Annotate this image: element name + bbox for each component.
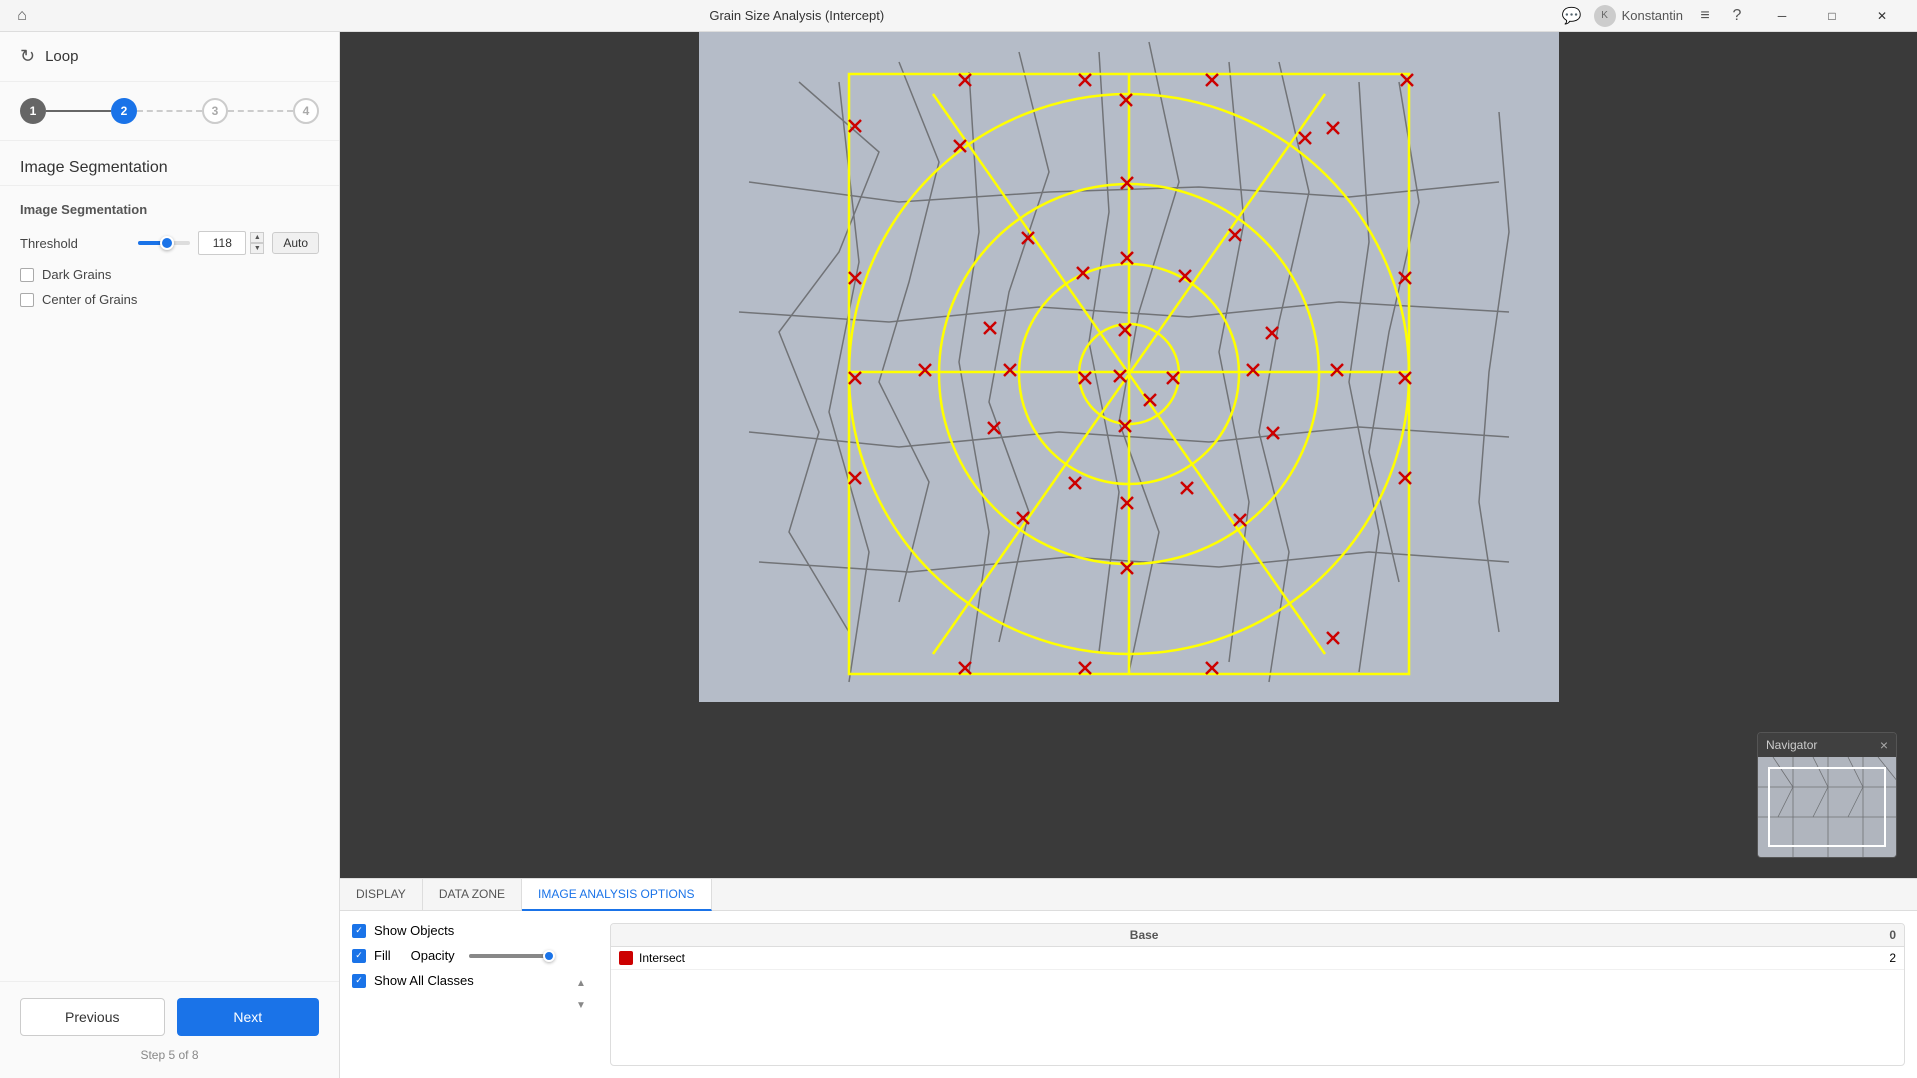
maximize-button[interactable]: □ — [1809, 0, 1855, 32]
opacity-label: Opacity — [411, 948, 455, 963]
step-2[interactable]: 2 — [111, 98, 137, 124]
center-of-grains-label: Center of Grains — [42, 292, 137, 307]
class-value: 2 — [1477, 951, 1896, 965]
user-info: K Konstantin — [1594, 5, 1683, 27]
dark-grains-row: Dark Grains — [20, 267, 319, 282]
display-options: ✓ Show Objects ✓ Fill Opacity — [352, 923, 552, 1066]
fill-checkbox[interactable]: ✓ — [352, 949, 366, 963]
fill-label: Fill — [374, 948, 391, 963]
opacity-thumb[interactable] — [543, 950, 555, 962]
show-objects-row: ✓ Show Objects — [352, 923, 552, 938]
arrow-down-button[interactable]: ▼ — [572, 997, 590, 1015]
stepper-track: 1 2 3 4 — [20, 98, 319, 124]
tab-data-zone[interactable]: DATA ZONE — [423, 879, 522, 910]
menu-icon[interactable]: ≡ — [1695, 6, 1715, 26]
previous-button[interactable]: Previous — [20, 998, 165, 1036]
auto-button[interactable]: Auto — [272, 232, 319, 254]
col-name-header — [619, 928, 1130, 942]
window-controls: ─ □ ✕ — [1759, 0, 1905, 32]
threshold-input[interactable]: 118 — [198, 231, 246, 255]
threshold-row: Threshold 118 ▲ ▼ Auto — [20, 231, 319, 255]
threshold-spin-up[interactable]: ▲ — [250, 232, 264, 243]
opacity-track[interactable] — [469, 954, 549, 958]
dark-grains-checkbox[interactable] — [20, 268, 34, 282]
threshold-spin-down[interactable]: ▼ — [250, 243, 264, 254]
show-all-classes-label: Show All Classes — [374, 973, 474, 988]
titlebar-right: 💬 K Konstantin ≡ ? ─ □ ✕ — [1562, 0, 1905, 32]
navigator-close-button[interactable]: × — [1880, 737, 1888, 753]
dark-grains-label: Dark Grains — [42, 267, 111, 282]
titlebar: ⌂ Grain Size Analysis (Intercept) 💬 K Ko… — [0, 0, 1917, 32]
image-area: Navigator × — [340, 32, 1917, 878]
step-4[interactable]: 4 — [293, 98, 319, 124]
opacity-slider — [469, 954, 549, 958]
left-panel: ↻ Loop 1 2 3 4 Image Segmentation Image … — [0, 32, 340, 1078]
tab-content: ✓ Show Objects ✓ Fill Opacity — [340, 911, 1917, 1078]
table-row: Intersect 2 — [611, 947, 1904, 970]
class-table-header: Base 0 — [611, 924, 1904, 947]
section-title: Image Segmentation — [0, 141, 339, 186]
avatar: K — [1594, 5, 1616, 27]
app-title: Grain Size Analysis (Intercept) — [32, 8, 1562, 23]
titlebar-left: ⌂ — [12, 6, 32, 26]
chat-icon[interactable]: 💬 — [1562, 6, 1582, 26]
arrow-up-button[interactable]: ▲ — [572, 975, 590, 993]
col-base-header: Base — [1130, 928, 1641, 942]
loop-label: Loop — [45, 48, 78, 65]
threshold-slider-track[interactable] — [138, 241, 190, 245]
stepper: 1 2 3 4 — [0, 82, 339, 141]
loop-icon: ↻ — [20, 46, 35, 67]
step-line-2-3 — [137, 110, 202, 112]
panel-content: Image Segmentation Threshold 118 ▲ ▼ Aut… — [0, 186, 339, 981]
navigator-title: Navigator — [1766, 738, 1817, 752]
grain-background — [699, 32, 1559, 702]
nav-buttons: Previous Next — [20, 998, 319, 1036]
threshold-slider-thumb[interactable] — [160, 236, 174, 250]
main-layout: ↻ Loop 1 2 3 4 Image Segmentation Image … — [0, 32, 1917, 1078]
step-1[interactable]: 1 — [20, 98, 46, 124]
center-of-grains-checkbox[interactable] — [20, 293, 34, 307]
next-button[interactable]: Next — [177, 998, 320, 1036]
opacity-fill — [469, 954, 549, 958]
home-icon[interactable]: ⌂ — [12, 6, 32, 26]
class-table: Base 0 Intersect 2 — [610, 923, 1905, 1066]
show-objects-label: Show Objects — [374, 923, 454, 938]
step-line-1-2 — [46, 110, 111, 112]
arrow-buttons: ▲ ▼ — [572, 923, 590, 1066]
navigator-header: Navigator × — [1758, 733, 1896, 757]
overlay-svg — [699, 32, 1559, 702]
minimize-button[interactable]: ─ — [1759, 0, 1805, 32]
show-all-classes-row: ✓ Show All Classes — [352, 973, 552, 988]
center-of-grains-row: Center of Grains — [20, 292, 319, 307]
step-3[interactable]: 3 — [202, 98, 228, 124]
class-name: Intersect — [639, 951, 1477, 965]
threshold-slider-container: 118 ▲ ▼ Auto — [138, 231, 319, 255]
subsection-title: Image Segmentation — [20, 202, 319, 217]
tab-display[interactable]: DISPLAY — [340, 879, 423, 910]
navigator-thumbnail — [1758, 757, 1896, 857]
grain-image — [699, 32, 1559, 702]
fill-opacity-row: ✓ Fill Opacity — [352, 948, 552, 963]
loop-header: ↻ Loop — [0, 32, 339, 82]
col-value-header: 0 — [1641, 928, 1896, 942]
close-button[interactable]: ✕ — [1859, 0, 1905, 32]
help-icon[interactable]: ? — [1727, 6, 1747, 26]
bottom-nav: Previous Next Step 5 of 8 — [0, 981, 339, 1078]
navigator: Navigator × — [1757, 732, 1897, 858]
tab-image-analysis[interactable]: IMAGE ANALYSIS OPTIONS — [522, 879, 712, 911]
username: Konstantin — [1622, 8, 1683, 23]
threshold-spin-buttons: ▲ ▼ — [250, 232, 264, 254]
content-area: Navigator × — [340, 32, 1917, 1078]
show-all-classes-checkbox[interactable]: ✓ — [352, 974, 366, 988]
threshold-label: Threshold — [20, 236, 130, 251]
bottom-tabs: DISPLAY DATA ZONE IMAGE ANALYSIS OPTIONS… — [340, 878, 1917, 1078]
class-color-swatch — [619, 951, 633, 965]
step-line-3-4 — [228, 110, 293, 112]
step-info: Step 5 of 8 — [20, 1048, 319, 1062]
show-objects-checkbox[interactable]: ✓ — [352, 924, 366, 938]
tab-bar: DISPLAY DATA ZONE IMAGE ANALYSIS OPTIONS — [340, 879, 1917, 911]
navigator-view-rect — [1768, 767, 1886, 847]
